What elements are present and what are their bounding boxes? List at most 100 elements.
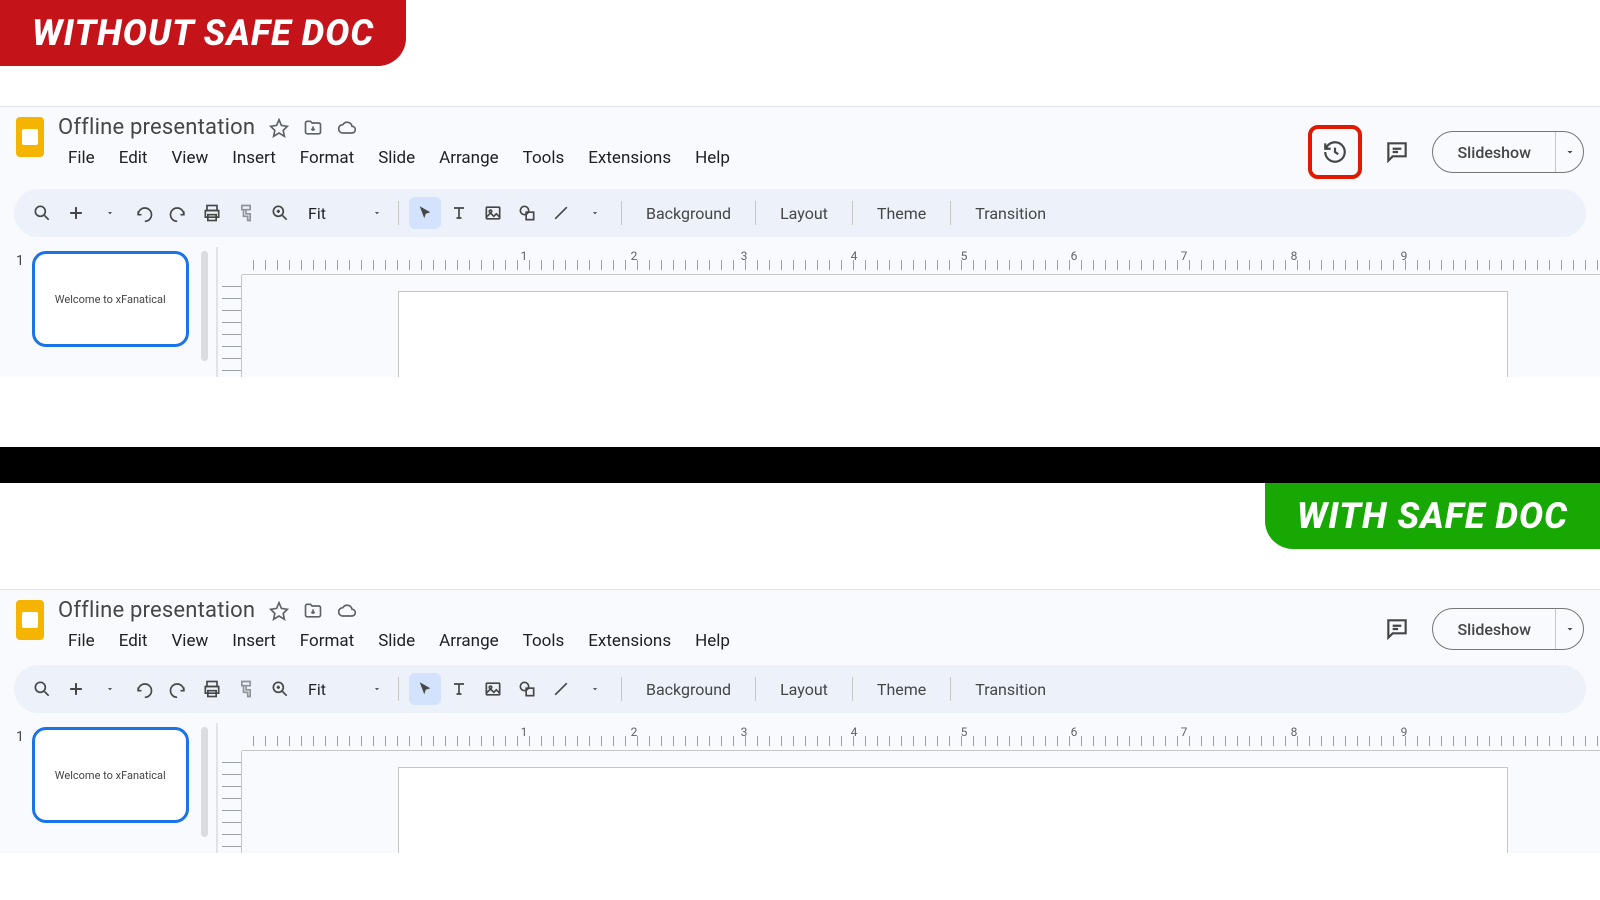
version-history-button[interactable] bbox=[1318, 135, 1352, 169]
zoom-dropdown[interactable]: Fit bbox=[298, 197, 388, 229]
transition-button[interactable]: Transition bbox=[961, 680, 1060, 699]
horizontal-ruler: 1 2 3 4 5 6 7 8 9 bbox=[242, 247, 1600, 275]
filmstrip-scrollbar[interactable] bbox=[201, 727, 208, 837]
menu-slide[interactable]: Slide bbox=[368, 144, 425, 172]
slides-logo-icon bbox=[12, 598, 48, 642]
menu-tools[interactable]: Tools bbox=[513, 627, 575, 655]
doc-title[interactable]: Offline presentation bbox=[58, 598, 255, 623]
slide-number: 1 bbox=[16, 727, 24, 853]
slide-panel: 1 Welcome to xFanatical bbox=[10, 247, 218, 377]
slide-panel: 1 Welcome to xFanatical bbox=[10, 723, 218, 853]
menu-view[interactable]: View bbox=[161, 144, 218, 172]
transition-button[interactable]: Transition bbox=[961, 204, 1060, 223]
undo-button[interactable] bbox=[128, 197, 160, 229]
cloud-status-icon[interactable] bbox=[337, 601, 357, 621]
slide-thumbnail[interactable]: Welcome to xFanatical bbox=[32, 727, 189, 823]
image-tool[interactable] bbox=[477, 197, 509, 229]
move-folder-icon[interactable] bbox=[303, 118, 323, 138]
menubar: File Edit View Insert Format Slide Arran… bbox=[58, 627, 1370, 655]
print-button[interactable] bbox=[196, 673, 228, 705]
slide-canvas[interactable] bbox=[398, 767, 1508, 853]
layout-button[interactable]: Layout bbox=[766, 680, 842, 699]
comment-history-button[interactable] bbox=[1380, 135, 1414, 169]
slideshow-button-group: Slideshow bbox=[1432, 608, 1584, 650]
textbox-tool[interactable] bbox=[443, 197, 475, 229]
redo-button[interactable] bbox=[162, 673, 194, 705]
menu-format[interactable]: Format bbox=[290, 627, 364, 655]
menu-file[interactable]: File bbox=[58, 627, 105, 655]
line-tool-dropdown[interactable] bbox=[579, 197, 611, 229]
slide-canvas[interactable] bbox=[398, 291, 1508, 377]
vertical-ruler bbox=[222, 751, 242, 853]
line-tool[interactable] bbox=[545, 197, 577, 229]
main-toolbar: Fit Background Layout Theme Transition bbox=[14, 189, 1586, 237]
menu-insert[interactable]: Insert bbox=[222, 144, 286, 172]
cloud-status-icon[interactable] bbox=[337, 118, 357, 138]
menu-slide[interactable]: Slide bbox=[368, 627, 425, 655]
menu-file[interactable]: File bbox=[58, 144, 105, 172]
shape-tool[interactable] bbox=[511, 197, 543, 229]
select-tool[interactable] bbox=[409, 673, 441, 705]
version-history-highlight bbox=[1308, 125, 1362, 179]
search-menus-icon[interactable] bbox=[26, 673, 58, 705]
filmstrip-scrollbar[interactable] bbox=[201, 251, 208, 361]
menu-edit[interactable]: Edit bbox=[109, 627, 158, 655]
search-menus-icon[interactable] bbox=[26, 197, 58, 229]
textbox-tool[interactable] bbox=[443, 673, 475, 705]
menu-insert[interactable]: Insert bbox=[222, 627, 286, 655]
star-icon[interactable] bbox=[269, 601, 289, 621]
new-slide-button[interactable] bbox=[60, 197, 92, 229]
image-tool[interactable] bbox=[477, 673, 509, 705]
star-icon[interactable] bbox=[269, 118, 289, 138]
layout-button[interactable]: Layout bbox=[766, 204, 842, 223]
slideshow-button-group: Slideshow bbox=[1432, 131, 1584, 173]
redo-button[interactable] bbox=[162, 197, 194, 229]
slide-thumbnail[interactable]: Welcome to xFanatical bbox=[32, 251, 189, 347]
doc-title[interactable]: Offline presentation bbox=[58, 115, 255, 140]
slides-logo-icon bbox=[12, 115, 48, 159]
undo-button[interactable] bbox=[128, 673, 160, 705]
menu-edit[interactable]: Edit bbox=[109, 144, 158, 172]
zoom-tool-icon[interactable] bbox=[264, 197, 296, 229]
section-divider bbox=[0, 447, 1600, 483]
paint-format-button[interactable] bbox=[230, 673, 262, 705]
new-slide-dropdown[interactable] bbox=[94, 673, 126, 705]
slides-app-without-safe-doc: Offline presentation File Edit View Inse… bbox=[0, 106, 1600, 377]
main-toolbar: Fit Background Layout Theme Transition bbox=[14, 665, 1586, 713]
line-tool[interactable] bbox=[545, 673, 577, 705]
paint-format-button[interactable] bbox=[230, 197, 262, 229]
comment-history-button[interactable] bbox=[1380, 612, 1414, 646]
horizontal-ruler: 1 2 3 4 5 6 7 8 9 bbox=[242, 723, 1600, 751]
menu-help[interactable]: Help bbox=[685, 144, 740, 172]
theme-button[interactable]: Theme bbox=[863, 204, 940, 223]
menu-arrange[interactable]: Arrange bbox=[429, 627, 508, 655]
menu-extensions[interactable]: Extensions bbox=[578, 144, 681, 172]
slide-number: 1 bbox=[16, 251, 24, 377]
zoom-label: Fit bbox=[308, 204, 326, 223]
menu-arrange[interactable]: Arrange bbox=[429, 144, 508, 172]
zoom-label: Fit bbox=[308, 680, 326, 699]
new-slide-dropdown[interactable] bbox=[94, 197, 126, 229]
background-button[interactable]: Background bbox=[632, 680, 745, 699]
background-button[interactable]: Background bbox=[632, 204, 745, 223]
zoom-tool-icon[interactable] bbox=[264, 673, 296, 705]
new-slide-button[interactable] bbox=[60, 673, 92, 705]
move-folder-icon[interactable] bbox=[303, 601, 323, 621]
menu-help[interactable]: Help bbox=[685, 627, 740, 655]
line-tool-dropdown[interactable] bbox=[579, 673, 611, 705]
menu-format[interactable]: Format bbox=[290, 144, 364, 172]
slides-app-with-safe-doc: Offline presentation File Edit View Inse… bbox=[0, 589, 1600, 853]
slideshow-button[interactable]: Slideshow bbox=[1433, 132, 1555, 172]
theme-button[interactable]: Theme bbox=[863, 680, 940, 699]
menu-view[interactable]: View bbox=[161, 627, 218, 655]
print-button[interactable] bbox=[196, 197, 228, 229]
menubar: File Edit View Insert Format Slide Arran… bbox=[58, 144, 1298, 172]
zoom-dropdown[interactable]: Fit bbox=[298, 673, 388, 705]
slideshow-dropdown[interactable] bbox=[1555, 132, 1583, 172]
select-tool[interactable] bbox=[409, 197, 441, 229]
slideshow-button[interactable]: Slideshow bbox=[1433, 609, 1555, 649]
menu-extensions[interactable]: Extensions bbox=[578, 627, 681, 655]
shape-tool[interactable] bbox=[511, 673, 543, 705]
menu-tools[interactable]: Tools bbox=[513, 144, 575, 172]
slideshow-dropdown[interactable] bbox=[1555, 609, 1583, 649]
